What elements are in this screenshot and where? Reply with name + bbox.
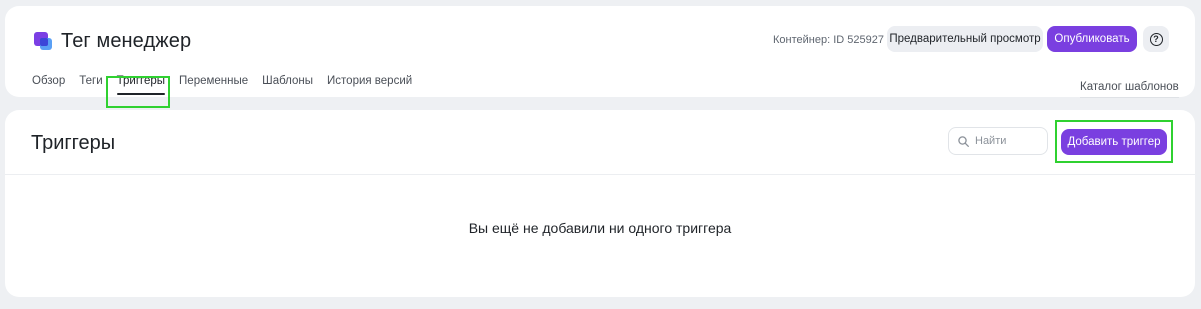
search-box[interactable] (948, 127, 1048, 155)
app-logo[interactable]: Тег менеджер (34, 30, 191, 53)
container-id-label: Контейнер: ID 525927 (773, 34, 884, 46)
tab-triggers-highlight (106, 76, 170, 108)
divider (5, 174, 1195, 175)
tab-templates[interactable]: Шаблоны (262, 75, 313, 95)
tab-tags[interactable]: Теги (79, 75, 102, 95)
search-icon (958, 135, 969, 147)
empty-state-message: Вы ещё не добавили ни одного триггера (468, 220, 732, 236)
tag-manager-logo-icon (34, 31, 54, 52)
tab-variables[interactable]: Переменные (179, 75, 248, 95)
main-card: Триггеры Добавить триггер Вы ещё не доба… (5, 110, 1195, 297)
preview-button[interactable]: Предварительный просмотр (887, 26, 1043, 52)
search-input[interactable] (975, 135, 1045, 147)
template-catalog-link[interactable]: Каталог шаблонов (1080, 81, 1179, 98)
add-trigger-highlight (1055, 120, 1173, 163)
help-button[interactable]: ? (1143, 26, 1169, 52)
tab-bar: Обзор Теги Триггеры Переменные Шаблоны И… (32, 75, 426, 95)
publish-button[interactable]: Опубликовать (1047, 26, 1137, 52)
tab-overview[interactable]: Обзор (32, 75, 65, 95)
help-icon: ? (1149, 32, 1163, 46)
app-title: Тег менеджер (61, 30, 192, 52)
page-title: Триггеры (31, 132, 116, 154)
header-card: Тег менеджер Контейнер: ID 525927 Предва… (5, 6, 1195, 108)
tab-version-history[interactable]: История версий (327, 75, 412, 95)
